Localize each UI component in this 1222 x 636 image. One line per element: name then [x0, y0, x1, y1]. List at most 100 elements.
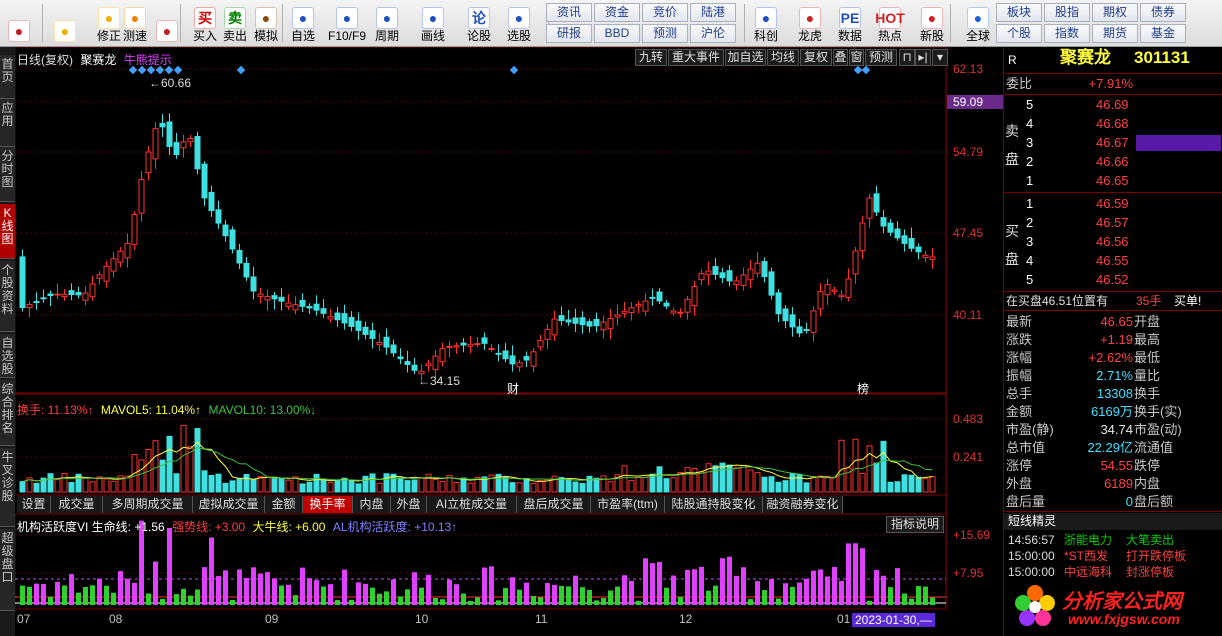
buy-row[interactable]: 4 46.55 [1004, 252, 1222, 270]
quick-button[interactable]: 研报 [546, 24, 592, 43]
quick-button[interactable]: 板块 [996, 3, 1042, 22]
bull-bear-marker[interactable] [236, 65, 246, 75]
toolbar-btn-1[interactable]: ● [50, 2, 80, 45]
bull-bear-hint[interactable]: 牛熊提示 [124, 53, 172, 67]
sub-tab[interactable]: 金额 [265, 496, 303, 513]
chart-top-tab[interactable]: 窗 [849, 49, 864, 66]
news-item[interactable]: 15:00:00 *ST西发 打开跌停板 [1004, 548, 1222, 564]
buy-row[interactable]: 2 46.57 [1004, 214, 1222, 232]
toolbar-btn-5[interactable]: 买买入 [190, 2, 220, 45]
chevron-down-icon[interactable]: ▾ [932, 49, 948, 66]
quick-button[interactable]: 债券 [1140, 3, 1186, 22]
candle-body [558, 315, 565, 321]
sell-row[interactable]: 5 46.69 [1004, 96, 1222, 114]
sub-tab[interactable]: 外盘 [391, 496, 427, 513]
chart-top-tab[interactable]: 加自选 [725, 49, 766, 66]
quick-button[interactable]: 竞价 [642, 3, 688, 22]
quick-button[interactable]: 个股 [996, 24, 1042, 43]
chart-top-tab[interactable]: 九转 [635, 49, 667, 66]
quick-button[interactable]: 指数 [1044, 24, 1090, 43]
sell-row[interactable]: 2 46.66 [1004, 153, 1222, 171]
chart-top-tab[interactable]: 均线 [767, 49, 799, 66]
k-line-chart[interactable]: ←60.66 ←34.15 财 榜 [15, 47, 1003, 636]
news-item[interactable]: 14:56:57 浙能电力 大笔卖出 [1004, 532, 1222, 548]
quick-button[interactable]: 资金 [594, 3, 640, 22]
buy-row[interactable]: 1 46.59 [1004, 195, 1222, 213]
indicator-help-button[interactable]: 指标说明 [886, 516, 944, 533]
sub-tab[interactable]: AI立桩成交量 [427, 496, 517, 513]
chart-top-tab[interactable]: 复权 [800, 49, 832, 66]
buy-price: 46.59 [1096, 196, 1129, 211]
chart-top-tab[interactable]: 预测 [865, 49, 897, 66]
chart-top-tab[interactable]: 重大事件 [668, 49, 724, 66]
bull-bear-marker[interactable] [173, 65, 183, 75]
quick-button[interactable]: 预测 [642, 24, 688, 43]
left-tab-2[interactable]: 分时图 [0, 147, 15, 202]
left-tab-8[interactable]: 超级盘口 [0, 529, 15, 611]
toolbar-btn-3[interactable]: ● 测速 [120, 2, 150, 45]
sub-tab[interactable]: 内盘 [353, 496, 391, 513]
indicator-bar [447, 579, 452, 605]
toolbar-btn-12[interactable]: 论论股 [464, 2, 494, 45]
sub-tab[interactable]: 融资融券变化 [763, 496, 843, 513]
arrow-right-end-icon[interactable]: ▸| [915, 49, 931, 66]
toolbar-btn-8[interactable]: ● 自选 [288, 2, 318, 45]
quick-button[interactable]: BBD [594, 24, 640, 43]
left-tab-1[interactable]: 应用 [0, 99, 15, 147]
indicator-bar [97, 578, 102, 605]
quick-button[interactable]: 陆港 [690, 3, 736, 22]
toolbar-btn-10[interactable]: ● 周期 [372, 2, 402, 45]
toolbar-btn-15[interactable]: ● 龙虎 [790, 2, 830, 45]
left-tab-3[interactable]: K线图 [0, 204, 15, 259]
left-tab-4[interactable]: 个股资料 [0, 261, 15, 332]
toolbar-btn-6[interactable]: 卖卖出 [220, 2, 250, 45]
toolbar-btn-11[interactable]: ● 画线 [418, 2, 448, 45]
quick-button[interactable]: 期权 [1092, 3, 1138, 22]
sub-tab[interactable]: 成交量 [51, 496, 103, 513]
turnover-bar [530, 482, 537, 493]
sub-tab[interactable]: 陆股通持股变化 [665, 496, 763, 513]
quick-button[interactable]: 沪伦 [690, 24, 736, 43]
sell-row[interactable]: 4 46.68 [1004, 115, 1222, 133]
sub-tab[interactable]: 虚拟成交量 [193, 496, 265, 513]
quick-button[interactable]: 股指 [1044, 3, 1090, 22]
news-item[interactable]: 15:00:00 中远海科 封涨停板 [1004, 564, 1222, 580]
sub-tab[interactable]: 盘后成交量 [517, 496, 591, 513]
toolbar-btn-0[interactable]: ● [4, 2, 34, 45]
news-title[interactable]: 短线精灵 [1008, 513, 1056, 530]
toolbar-btn-14[interactable]: ● 科创 [746, 2, 786, 45]
bull-bear-marker[interactable] [509, 65, 519, 75]
toolbar-btn-18[interactable]: ● 新股 [912, 2, 952, 45]
toolbar-btn-19[interactable]: ● 全球 [958, 2, 998, 45]
toolbar-btn-4[interactable]: ● [152, 2, 182, 45]
left-tab-6[interactable]: 综合排名 [0, 380, 15, 446]
sub-tab[interactable]: 多周期成交量 [103, 496, 193, 513]
sub-tab[interactable]: 换手率 [303, 496, 353, 513]
sell-row[interactable]: 3 46.67 [1004, 134, 1222, 152]
list-event-marker[interactable]: 榜 [857, 381, 869, 396]
left-tab-5[interactable]: 自选股 [0, 334, 15, 378]
quick-button[interactable]: 期货 [1092, 24, 1138, 43]
quick-button[interactable]: 资讯 [546, 3, 592, 22]
chart-top-tab[interactable]: 叠 [833, 49, 848, 66]
toolbar-btn-9[interactable]: ● F10/F9 [328, 2, 366, 45]
left-tab-0[interactable]: 首页 [0, 55, 15, 99]
toolbar-btn-16[interactable]: PE 数据 [830, 2, 870, 45]
buy-row[interactable]: 5 46.52 [1004, 271, 1222, 289]
left-tab-7[interactable]: 牛叉诊股 [0, 448, 15, 527]
bull-bear-marker[interactable] [853, 65, 863, 75]
indicator-bar [307, 578, 312, 605]
toolbar-btn-7[interactable]: ● 模拟 [251, 2, 281, 45]
lock-icon[interactable]: ⊓ [899, 49, 915, 66]
quick-button[interactable]: 基金 [1140, 24, 1186, 43]
buy-row[interactable]: 3 46.56 [1004, 233, 1222, 251]
sub-tab[interactable]: 设置 [17, 496, 51, 513]
candle-body [446, 345, 453, 348]
candle-body [656, 291, 663, 302]
sub-tab[interactable]: 市盈率(ttm) [591, 496, 665, 513]
bull-bear-marker[interactable] [861, 65, 871, 75]
finance-event-marker[interactable]: 财 [507, 382, 519, 396]
toolbar-btn-13[interactable]: ● 选股 [504, 2, 534, 45]
sell-row[interactable]: 1 46.65 [1004, 172, 1222, 190]
toolbar-btn-17[interactable]: HOT 热点 [870, 2, 910, 45]
